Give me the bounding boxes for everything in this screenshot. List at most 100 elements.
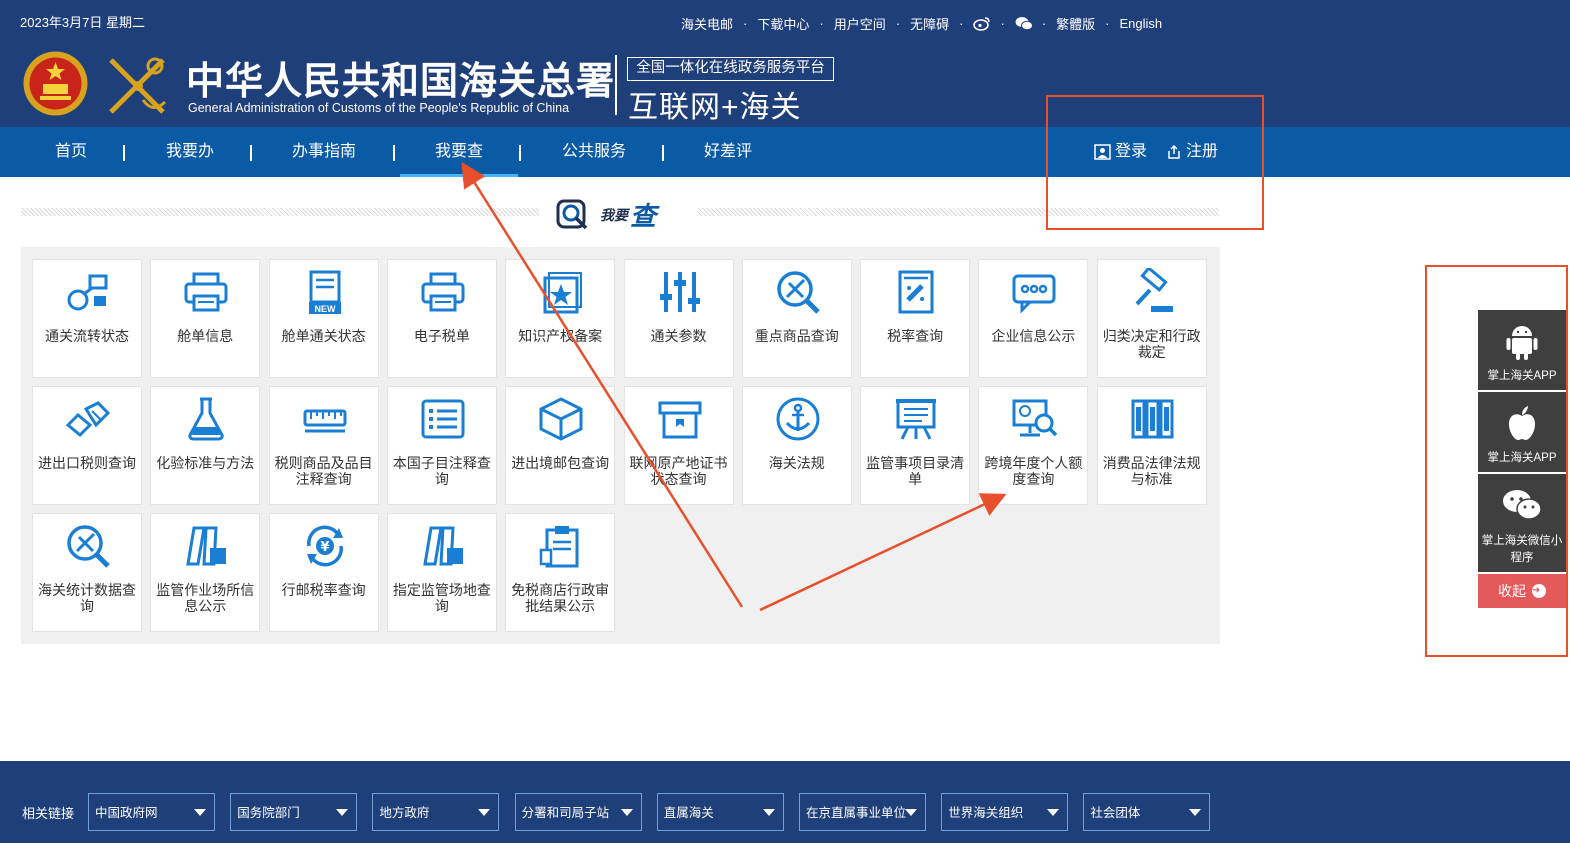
related-link-select[interactable]: 中国政府网 [88,793,215,831]
query-tile[interactable]: 监管事项目录清单 [860,386,971,505]
query-tile[interactable]: 税率查询 [860,259,971,378]
link-download-center[interactable]: 下载中心 [757,14,809,33]
query-tile-label: 舱单信息 [177,328,234,344]
apple-icon [1509,406,1535,440]
nav-home[interactable]: 首页 [55,127,87,177]
query-tile-label: 跨境年度个人额度查询 [984,455,1083,487]
query-tile-label: 化验标准与方法 [156,455,255,471]
related-link-select[interactable]: 分署和司局子站 [514,793,642,831]
platform-name: 互联网+海关 [628,91,802,124]
related-link-select[interactable]: 地方政府 [372,793,500,831]
query-tile-label: 舱单通关状态 [281,328,366,344]
box-icon [537,395,585,443]
link-user-space[interactable]: 用户空间 [834,14,886,33]
sliders-icon [656,268,704,316]
section-title: 我要 查 [556,196,656,233]
query-tile-label: 消费品法律法规与标准 [1102,455,1201,487]
wechat-icon[interactable] [1015,16,1033,31]
nav-public-services[interactable]: 公共服务 [562,127,626,177]
flow-icon [64,268,112,316]
svg-text:NEW: NEW [314,304,336,314]
national-emblem-logo [22,50,89,117]
section-divider-left [21,208,539,216]
collapse-label: 收起 [1498,583,1526,599]
related-link-select-value: 地方政府 [379,806,430,820]
query-tile[interactable]: 监管作业场所信息公示 [150,513,261,632]
nav-services[interactable]: 我要办 [166,127,214,177]
query-tile[interactable]: 进出境邮包查询 [505,386,616,505]
query-tile[interactable]: 化验标准与方法 [150,386,261,505]
query-tile[interactable]: 跨境年度个人额度查询 [978,386,1089,505]
query-tile[interactable]: ¥ 行邮税率查询 [268,513,379,632]
nav-query[interactable]: 我要查 [435,127,483,177]
wechat-miniprogram-label: 掌上海关微信小程序 [1481,535,1563,564]
chevron-down-icon [762,809,775,816]
nav-active-indicator [400,174,518,177]
android-app-label: 掌上海关APP [1487,370,1557,382]
monitor-search-icon [1010,395,1058,443]
query-tile[interactable]: 本国子目注释查询 [386,386,497,505]
query-tile[interactable]: 海关统计数据查询 [32,513,142,632]
flask-icon [182,395,230,443]
query-tile[interactable]: 重点商品查询 [741,259,852,378]
related-link-select-value: 中国政府网 [95,806,158,820]
query-tile-label: 联网原产地证书状态查询 [629,455,728,487]
related-link-select[interactable]: 社会团体 [1083,793,1211,831]
query-tile[interactable]: 知识产权备案 [505,259,616,378]
side-android-app[interactable]: 掌上海关APP [1478,310,1566,390]
wechat-icon [1503,490,1542,520]
related-link-select[interactable]: 直属海关 [656,793,784,831]
chat-icon [1010,268,1058,316]
query-tile[interactable]: 通关参数 [623,259,734,378]
current-date: 2023年3月7日 星期二 [20,15,145,30]
chevron-down-icon [336,809,349,816]
gavel-icon [1129,265,1177,316]
chevron-down-icon [194,809,206,816]
query-tile[interactable]: 舱单信息 [150,259,261,378]
related-link-select[interactable]: 在京直属事业单位 [799,793,926,831]
weibo-icon[interactable] [973,16,991,31]
query-tile[interactable]: 联网原产地证书状态查询 [623,386,734,505]
chevron-down-icon [1189,809,1202,816]
query-tile[interactable]: 企业信息公示 [978,259,1089,378]
query-tile[interactable]: 归类决定和行政裁定 [1096,259,1207,378]
star-doc-icon [537,268,585,316]
tray-icon [656,395,704,443]
query-tile[interactable]: 电子税单 [386,259,497,378]
related-link-select-value: 直属海关 [663,806,714,820]
link-traditional-chinese[interactable]: 繁體版 [1056,14,1095,33]
query-tile[interactable]: NEW 舱单通关状态 [268,259,379,378]
side-wechat-miniprogram[interactable]: 掌上海关微信小程序 [1478,474,1566,572]
link-customs-email[interactable]: 海关电邮 [681,14,733,33]
related-link-select[interactable]: 国务院部门 [230,793,358,831]
query-tile[interactable]: 进出口税则查询 [32,386,142,505]
building-icon [182,522,230,570]
building-icon [419,522,467,570]
printer-icon [182,268,230,316]
link-accessibility[interactable]: 无障碍 [910,14,949,33]
query-tile[interactable]: 海关法规 [741,386,852,505]
anchor-icon [774,395,822,443]
svg-text:¥: ¥ [320,540,329,555]
hands-icon [64,395,112,443]
query-tile-label: 税则商品及品目注释查询 [274,455,373,487]
chevron-down-icon [620,809,633,816]
query-tile[interactable]: 免税商店行政审批结果公示 [505,513,616,632]
query-tile[interactable]: 指定监管场地查询 [386,513,497,632]
collapse-button[interactable]: 收起 ➜ [1478,574,1566,608]
main-nav: 首页 我要办 办事指南 我要查 公共服务 好差评 登录 注册 [0,127,1570,177]
related-link-select[interactable]: 世界海关组织 [941,793,1069,831]
query-tile[interactable]: 税则商品及品目注释查询 [268,386,379,505]
query-tile-label: 进出境邮包查询 [511,455,610,471]
query-tile[interactable]: 通关流转状态 [32,259,142,378]
query-tile-label: 海关统计数据查询 [38,582,136,614]
link-english[interactable]: English [1119,16,1162,31]
query-tile-label: 监管作业场所信息公示 [156,582,255,614]
printer-icon [419,268,467,316]
rate-icon [892,268,940,316]
ruler-icon [301,395,349,443]
side-ios-app[interactable]: 掌上海关APP [1478,392,1566,472]
nav-feedback[interactable]: 好差评 [704,127,752,177]
query-tile[interactable]: 消费品法律法规与标准 [1096,386,1207,505]
nav-guide[interactable]: 办事指南 [292,127,356,177]
